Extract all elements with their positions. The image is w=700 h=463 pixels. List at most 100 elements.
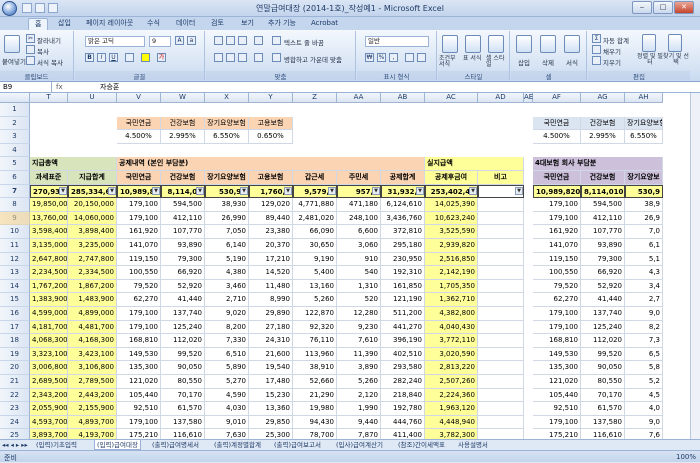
copy-icon[interactable]	[26, 45, 35, 54]
data-cell[interactable]: 2,343,200	[30, 388, 68, 403]
paste-button[interactable]: 붙여넣기	[2, 56, 26, 66]
data-cell[interactable]: 23,380	[249, 225, 293, 239]
data-cell[interactable]: 9,0	[625, 307, 663, 321]
row-header[interactable]: 13	[0, 266, 30, 280]
copy-button[interactable]: 복사	[37, 46, 49, 56]
data-cell[interactable]: 2,120	[337, 388, 381, 403]
column-header[interactable]: AH	[625, 93, 663, 103]
data-cell[interactable]: 93,890	[581, 239, 625, 253]
data-cell[interactable]: 135,300	[533, 361, 581, 375]
data-cell[interactable]: 2,813,220	[425, 361, 478, 375]
data-cell[interactable]: 62,270	[533, 293, 581, 307]
column-header[interactable]: V	[117, 93, 161, 103]
data-cell[interactable]	[478, 252, 524, 267]
data-cell[interactable]: 444,760	[381, 415, 425, 430]
data-cell[interactable]: 141,070	[533, 239, 581, 253]
data-cell[interactable]: 122,870	[293, 307, 337, 321]
data-cell[interactable]: 7,610	[337, 334, 381, 348]
vertical-scrollbar[interactable]	[690, 93, 700, 439]
row-header[interactable]: 4	[0, 143, 30, 158]
orientation-icon[interactable]	[254, 36, 263, 45]
sheet-tab[interactable]: (출력)급여명세서	[152, 440, 199, 450]
data-cell[interactable]: 93,890	[161, 239, 205, 253]
data-cell[interactable]: 70,170	[161, 388, 205, 403]
data-cell[interactable]: 137,580	[581, 415, 625, 430]
row-header[interactable]: 17	[0, 320, 30, 335]
data-cell[interactable]: 4,771,880	[293, 198, 337, 212]
data-cell[interactable]: 5,400	[293, 266, 337, 280]
data-cell[interactable]: 70,170	[581, 388, 625, 403]
filter-dropdown-icon[interactable]: ▼	[515, 186, 523, 195]
wrap-text-icon[interactable]	[272, 36, 281, 45]
row-header[interactable]: 24	[0, 415, 30, 430]
column-header[interactable]: AA	[337, 93, 381, 103]
data-cell[interactable]: 125,240	[161, 320, 205, 335]
data-cell[interactable]: 15,230	[249, 388, 293, 403]
data-cell[interactable]: 179,100	[533, 198, 581, 212]
data-cell[interactable]: 66,090	[293, 225, 337, 239]
sheet-tab[interactable]: (출력)계정별합계	[214, 440, 261, 450]
data-cell[interactable]: 2,647,800	[30, 252, 68, 267]
data-cell[interactable]: 2,507,260	[425, 375, 478, 389]
data-cell[interactable]: 141,070	[117, 239, 161, 253]
data-cell[interactable]: 19,850,000	[30, 198, 68, 212]
data-cell[interactable]: 192,780	[381, 402, 425, 416]
data-cell[interactable]: 396,190	[381, 334, 425, 348]
decrease-indent-icon[interactable]	[254, 53, 263, 62]
data-cell[interactable]: 92,510	[533, 402, 581, 416]
row-header[interactable]: 19	[0, 347, 30, 362]
row-header[interactable]: 11	[0, 239, 30, 253]
data-cell[interactable]: 137,740	[581, 307, 625, 321]
total-cell[interactable]: 8,114,010	[581, 184, 625, 199]
data-cell[interactable]: 3,782,300	[425, 429, 478, 439]
data-cell[interactable]: 19,980	[293, 402, 337, 416]
table-format-button[interactable]: 표 서식	[463, 56, 485, 62]
maximize-button[interactable]: □	[653, 1, 673, 14]
filter-dropdown-icon[interactable]: ▼	[284, 186, 292, 195]
total-cell[interactable]: 270,934,6€▼	[30, 184, 68, 199]
data-cell[interactable]: 5,2	[625, 375, 663, 389]
data-cell[interactable]: 218,840	[381, 388, 425, 403]
data-cell[interactable]	[478, 361, 524, 375]
data-cell[interactable]: 6,5	[625, 347, 663, 362]
data-cell[interactable]: 1,867,200	[68, 279, 117, 294]
format-painter-button[interactable]: 서식 복사	[37, 57, 63, 67]
total-cell[interactable]: 530,9	[625, 184, 663, 199]
total-cell[interactable]: 10,989,82 ▼	[117, 184, 161, 199]
insert-button[interactable]: 삽입	[518, 57, 530, 67]
data-cell[interactable]: 62,270	[117, 293, 161, 307]
row-header[interactable]: 10	[0, 225, 30, 239]
data-cell[interactable]: 2,516,850	[425, 252, 478, 267]
sheet-tab[interactable]: (입력)급여대장	[94, 440, 141, 450]
data-cell[interactable]: 79,520	[533, 279, 581, 294]
tab-acrobat[interactable]: Acrobat	[305, 18, 344, 30]
data-cell[interactable]: 125,240	[581, 320, 625, 335]
data-cell[interactable]: 192,310	[381, 266, 425, 280]
data-cell[interactable]: 2,789,500	[68, 375, 117, 389]
data-cell[interactable]: 9,440	[337, 415, 381, 430]
data-cell[interactable]: 38,930	[205, 198, 249, 212]
column-header[interactable]: AG	[581, 93, 625, 103]
data-cell[interactable]: 13,160	[293, 279, 337, 294]
data-cell[interactable]: 412,110	[581, 211, 625, 226]
data-cell[interactable]: 179,100	[117, 211, 161, 226]
data-cell[interactable]: 3,4	[625, 279, 663, 294]
fill-button[interactable]: 채우기	[603, 46, 621, 56]
data-cell[interactable]: 12,280	[337, 307, 381, 321]
format-button[interactable]: 서식	[566, 57, 578, 67]
border-icon[interactable]	[125, 53, 134, 62]
data-cell[interactable]: 80,550	[581, 375, 625, 389]
filter-dropdown-icon[interactable]: ▼	[152, 186, 160, 195]
format-cells-icon[interactable]	[564, 35, 580, 53]
data-cell[interactable]: 112,020	[581, 334, 625, 348]
data-cell[interactable]: 76,110	[293, 334, 337, 348]
data-cell[interactable]: 116,610	[581, 429, 625, 439]
data-cell[interactable]: 80,550	[161, 375, 205, 389]
data-cell[interactable]: 7,3	[625, 334, 663, 348]
data-cell[interactable]: 5,8	[625, 361, 663, 375]
data-cell[interactable]: 3,898,400	[68, 225, 117, 239]
data-cell[interactable]	[478, 293, 524, 307]
data-cell[interactable]: 26,990	[205, 211, 249, 226]
data-cell[interactable]: 161,850	[381, 279, 425, 294]
paste-icon[interactable]	[4, 35, 20, 53]
